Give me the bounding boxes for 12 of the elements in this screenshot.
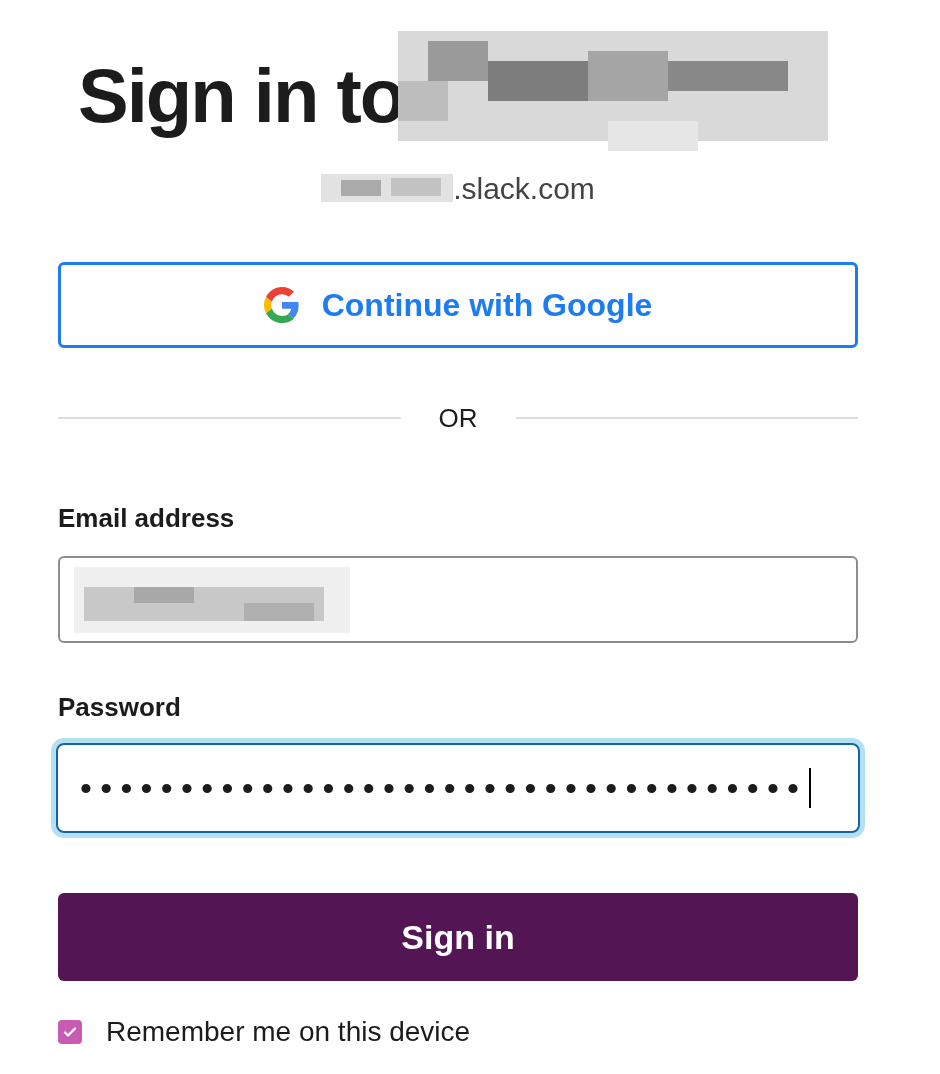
email-label: Email address [58, 502, 236, 535]
workspace-domain: .slack.com [453, 170, 595, 207]
remember-label: Remember me on this device [106, 1015, 471, 1049]
divider-label: OR [438, 401, 478, 435]
password-label: Password [58, 691, 182, 724]
sign-in-button[interactable]: Sign in [58, 893, 858, 981]
email-input-field[interactable] [58, 556, 858, 643]
remember-checkbox[interactable] [58, 1020, 82, 1044]
google-logo-icon [263, 287, 300, 323]
checkmark-icon [62, 1024, 78, 1040]
text-cursor [809, 768, 812, 808]
google-sign-in-button[interactable]: Continue with Google [58, 262, 858, 348]
